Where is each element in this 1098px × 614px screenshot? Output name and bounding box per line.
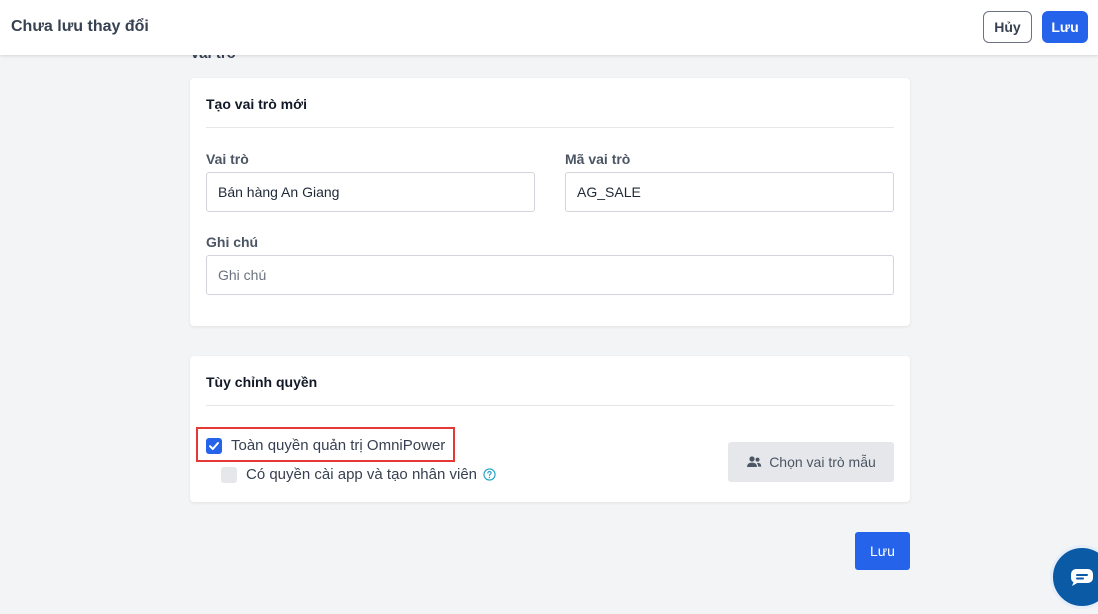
unsaved-changes-title: Chưa lưu thay đổi	[11, 18, 149, 35]
choose-template-role-label: Chọn vai trò mẫu	[769, 454, 876, 470]
cancel-button[interactable]: Hủy	[983, 11, 1032, 43]
role-code-input[interactable]	[565, 172, 894, 212]
divider	[206, 405, 894, 406]
top-bar: Chưa lưu thay đổi Hủy Lưu	[0, 0, 1098, 55]
role-code-label: Mã vai trò	[565, 151, 631, 167]
save-button-top[interactable]: Lưu	[1042, 11, 1088, 43]
full-admin-checkbox[interactable]	[206, 437, 222, 454]
check-icon	[209, 441, 219, 450]
install-app-permission-row[interactable]: Có quyền cài app và tạo nhân viên	[221, 466, 496, 483]
role-name-label: Vai trò	[206, 151, 249, 167]
chat-widget-button[interactable]	[1050, 545, 1098, 609]
save-button-bottom[interactable]: Lưu	[855, 532, 910, 570]
choose-template-role-button[interactable]: Chọn vai trò mẫu	[728, 442, 894, 482]
install-app-checkbox[interactable]	[221, 466, 237, 483]
help-circle-icon[interactable]	[483, 468, 496, 481]
install-app-label: Có quyền cài app và tạo nhân viên	[246, 466, 477, 483]
note-label: Ghi chú	[206, 234, 259, 250]
chat-icon	[1071, 569, 1093, 586]
full-admin-label: Toàn quyền quản trị OmniPower	[231, 437, 446, 454]
new-role-card: Tạo vai trò mới Vai trò Mã vai trò Ghi c…	[190, 78, 910, 326]
full-admin-permission-row[interactable]: Toàn quyền quản trị OmniPower	[206, 437, 445, 454]
users-icon	[746, 455, 762, 469]
divider	[206, 127, 894, 128]
note-input[interactable]	[206, 255, 894, 295]
role-name-input[interactable]	[206, 172, 535, 212]
new-role-card-title: Tạo vai trò mới	[206, 96, 307, 112]
permissions-card-title: Tùy chỉnh quyền	[206, 374, 318, 390]
